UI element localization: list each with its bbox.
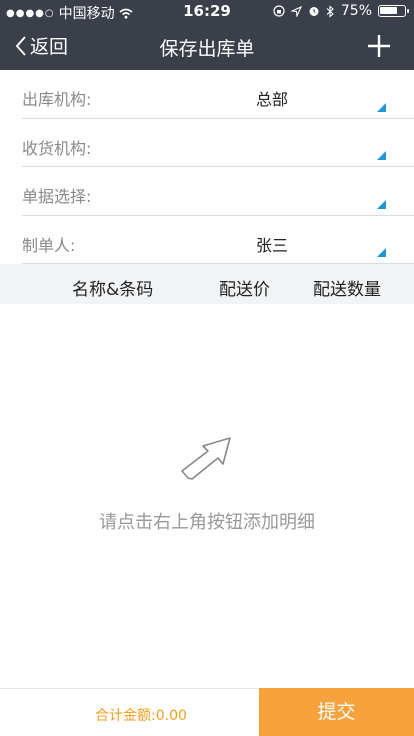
outbound-org-row[interactable]: 出库机构: 总部 xyxy=(22,70,414,119)
location-icon xyxy=(290,5,302,17)
status-bar: ●●●●○ 中国移动 16:29 75% xyxy=(0,0,414,22)
status-right: 75% xyxy=(273,3,409,19)
footer-bar: 合计金额:0.00 提交 xyxy=(0,688,414,736)
column-delivery-price: 配送价 xyxy=(219,280,270,300)
bluetooth-icon xyxy=(326,4,334,18)
dropdown-triangle-icon xyxy=(377,199,386,209)
creator-label: 制单人: xyxy=(22,235,76,255)
column-delivery-quantity: 配送数量 xyxy=(313,280,381,300)
document-select-row[interactable]: 单据选择: xyxy=(22,167,414,216)
plus-icon[interactable] xyxy=(366,33,392,59)
receiving-org-label: 收货机构: xyxy=(22,138,92,158)
empty-state-text: 请点击右上角按钮添加明细 xyxy=(99,512,315,533)
back-label: 返回 xyxy=(30,36,69,58)
dropdown-triangle-icon xyxy=(377,151,386,160)
outbound-form: 出库机构: 总部 收货机构: 单据选择: 制单人: 张三 xyxy=(0,70,414,264)
battery-percent: 75% xyxy=(340,3,372,19)
creator-value: 张三 xyxy=(255,235,288,255)
outbound-org-value: 总部 xyxy=(255,90,288,109)
submit-button[interactable]: 提交 xyxy=(259,688,414,736)
arrow-up-right-icon xyxy=(181,437,231,480)
top-bar: ●●●●○ 中国移动 16:29 75% 返回 保存出库单 xyxy=(0,0,414,70)
outbound-org-label: 出库机构: xyxy=(22,90,92,109)
column-name-barcode: 名称&条码 xyxy=(72,280,154,300)
battery-fill xyxy=(380,7,397,14)
total-amount: 合计金额:0.00 xyxy=(95,708,187,724)
back-button[interactable]: 返回 xyxy=(14,32,68,59)
receiving-org-row[interactable]: 收货机构: xyxy=(22,119,414,167)
nav-bar: 返回 保存出库单 xyxy=(0,22,414,70)
dropdown-triangle-icon xyxy=(377,248,386,257)
table-header: 名称&条码 配送价 配送数量 xyxy=(0,264,414,304)
rotation-lock-icon xyxy=(273,5,285,17)
alarm-icon xyxy=(309,7,319,16)
dropdown-triangle-icon xyxy=(377,102,386,112)
chevron-left-icon xyxy=(15,35,26,56)
creator-row[interactable]: 制单人: 张三 xyxy=(22,216,414,264)
battery-icon xyxy=(378,5,409,17)
document-select-label: 单据选择: xyxy=(22,187,92,206)
